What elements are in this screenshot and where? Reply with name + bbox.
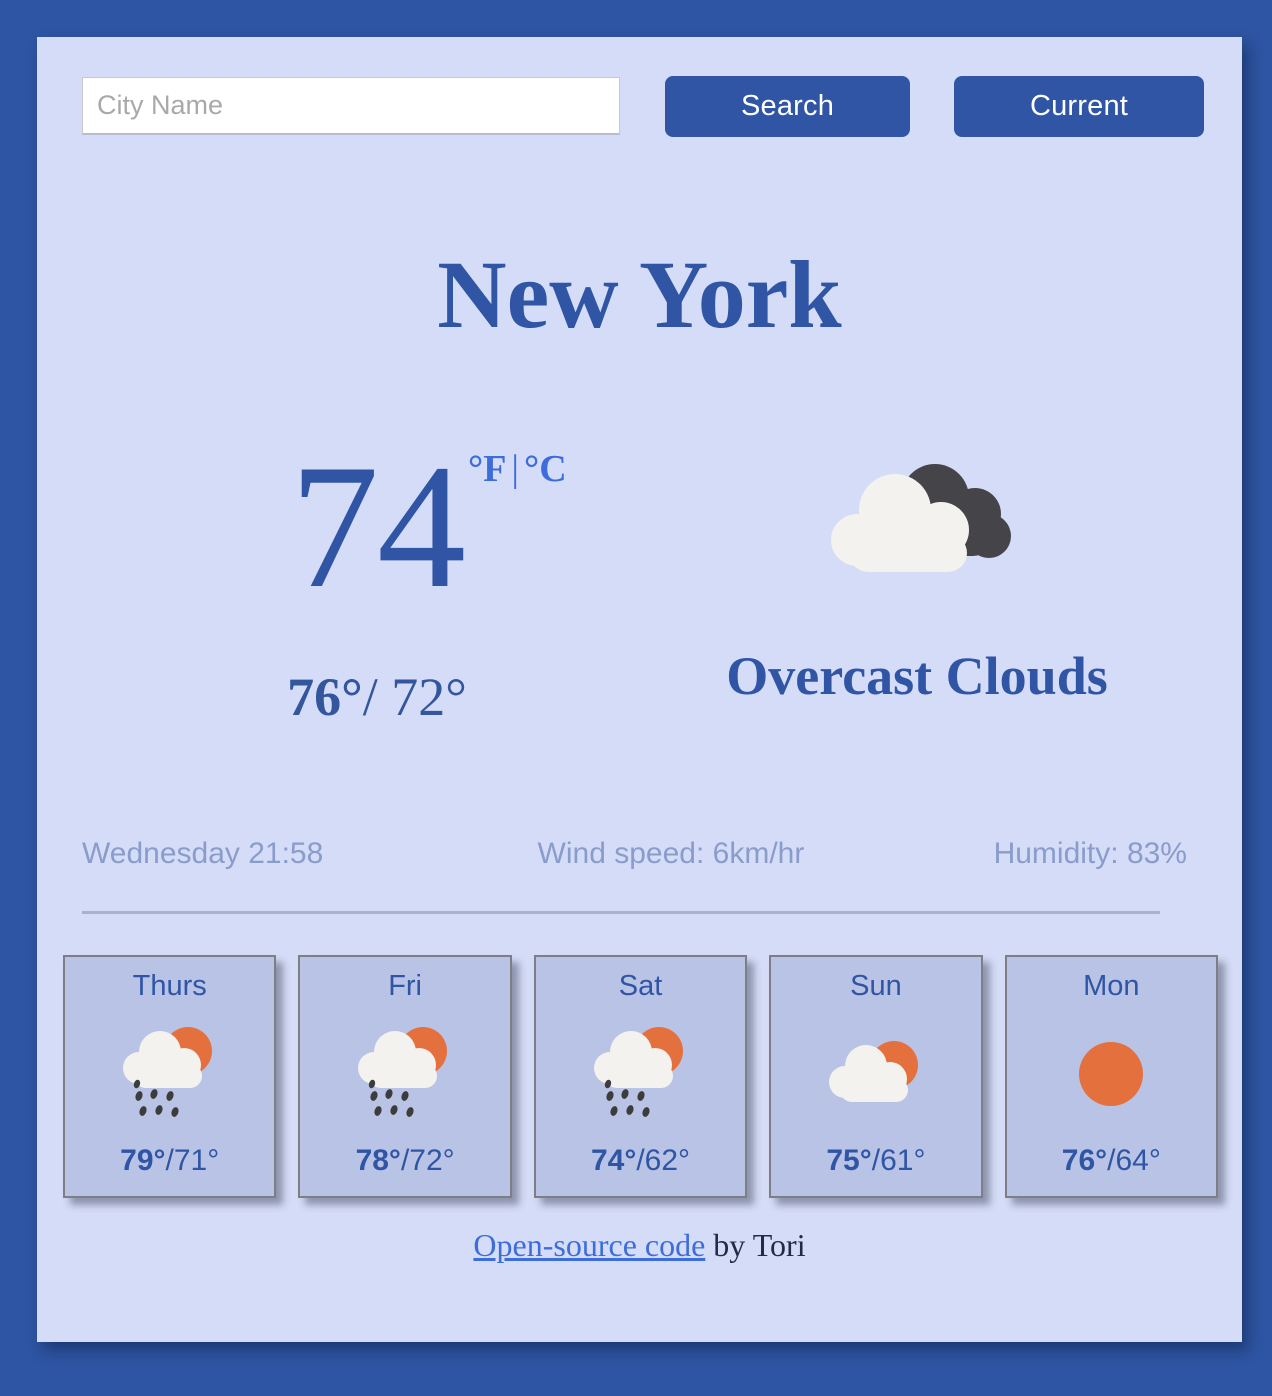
forecast-low: /64° <box>1107 1144 1161 1177</box>
footer: Open-source code by Tori <box>37 1227 1242 1264</box>
forecast-day-label: Sun <box>850 970 902 1002</box>
forecast-row: Thurs 79°/71° Fri 78°/72° Sat 74°/62° Sun 75°/6… <box>63 955 1219 1198</box>
forecast-card[interactable]: Thurs 79°/71° <box>63 955 277 1198</box>
forecast-card[interactable]: Sat 74°/62° <box>533 955 748 1198</box>
forecast-low: /62° <box>636 1144 691 1177</box>
search-button[interactable]: Search <box>665 76 910 137</box>
datetime-label: Wednesday 21:58 <box>82 837 324 870</box>
city-search-input[interactable] <box>82 77 620 135</box>
forecast-day-label: Thurs <box>132 970 207 1002</box>
weather-details-row: Wednesday 21:58 Wind speed: 6km/hr Humid… <box>82 837 1197 871</box>
section-divider <box>82 911 1160 914</box>
humidity-label: Humidity: 83% <box>993 837 1187 870</box>
unit-separator: | <box>511 448 520 490</box>
forecast-low: /71° <box>165 1144 220 1177</box>
forecast-card[interactable]: Sun 75°/61° <box>769 955 983 1198</box>
unit-celsius-button[interactable]: °C <box>524 448 567 490</box>
temperature-block: 74 °F | °C 76°/ 72° <box>137 437 617 724</box>
low-temperature: / 72° <box>362 667 467 727</box>
forecast-high: 75° <box>826 1144 872 1177</box>
wind-speed-label: Wind speed: 6km/hr <box>537 837 805 870</box>
forecast-high: 78° <box>355 1144 401 1177</box>
open-source-code-link[interactable]: Open-source code <box>473 1227 705 1263</box>
forecast-low: /72° <box>400 1144 455 1177</box>
forecast-card[interactable]: Mon 76°/64° <box>1004 955 1219 1198</box>
forecast-temperature: 79°/71° <box>120 1146 219 1176</box>
current-conditions: 74 °F | °C 76°/ 72° Overcast Clouds <box>37 437 1242 797</box>
forecast-high: 79° <box>120 1144 166 1177</box>
forecast-day-label: Sat <box>618 970 663 1002</box>
forecast-temperature: 78°/72° <box>356 1146 455 1176</box>
forecast-high: 74° <box>590 1144 637 1177</box>
sun-cloud-icon <box>771 1003 980 1146</box>
forecast-temperature: 76°/64° <box>1062 1146 1161 1176</box>
sun-cloud-rain-icon <box>65 1003 274 1146</box>
current-location-button[interactable]: Current <box>954 76 1204 137</box>
sun-icon <box>1007 1003 1216 1146</box>
sun-cloud-rain-icon <box>536 1003 745 1146</box>
unit-fahrenheit-button[interactable]: °F <box>468 448 506 490</box>
current-temperature: 74 <box>290 427 466 625</box>
footer-author: by Tori <box>705 1227 806 1263</box>
forecast-day-label: Mon <box>1083 970 1140 1002</box>
forecast-day-label: Fri <box>388 970 423 1002</box>
forecast-temperature: 74°/62° <box>591 1146 690 1176</box>
condition-description: Overcast Clouds <box>726 646 1108 706</box>
temperature-line: 74 °F | °C <box>290 437 567 615</box>
sun-cloud-rain-icon <box>300 1003 509 1146</box>
forecast-temperature: 75°/61° <box>826 1146 925 1176</box>
forecast-low: /61° <box>871 1144 926 1177</box>
forecast-card[interactable]: Fri 78°/72° <box>298 955 512 1198</box>
search-bar: Search Current <box>37 37 1242 187</box>
forecast-high: 76° <box>1061 1144 1108 1177</box>
high-temperature: 76° <box>287 667 363 727</box>
unit-toggle: °F | °C <box>468 447 567 491</box>
condition-block: Overcast Clouds <box>637 437 1197 703</box>
overcast-clouds-icon <box>637 437 1197 607</box>
weather-app-panel: Search Current New York 74 °F|°C 76°/ 72… <box>37 37 1242 1342</box>
city-title: New York <box>437 241 842 348</box>
high-low-temperature: 76°/ 72° <box>137 670 617 724</box>
